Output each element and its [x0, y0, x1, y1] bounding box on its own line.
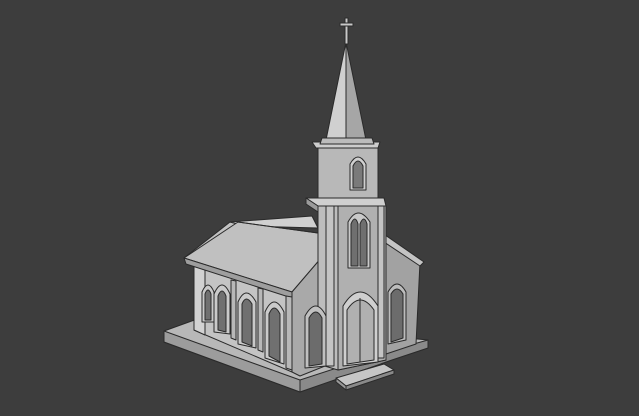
- belfry-window: [349, 156, 367, 191]
- main-door: [342, 291, 379, 367]
- nave-window-4: [264, 301, 285, 365]
- nave-window-1: [201, 284, 215, 323]
- aisle-window: [387, 283, 407, 345]
- church-model[interactable]: [0, 0, 639, 416]
- tower-belfry: [311, 141, 381, 199]
- tower-twin-window: [347, 212, 371, 269]
- gable-window: [304, 305, 327, 369]
- nave-window-2: [213, 284, 231, 335]
- cross-icon: [339, 17, 354, 45]
- nave-window-3: [237, 292, 257, 349]
- spire: [319, 41, 375, 145]
- 3d-viewport[interactable]: [0, 0, 639, 416]
